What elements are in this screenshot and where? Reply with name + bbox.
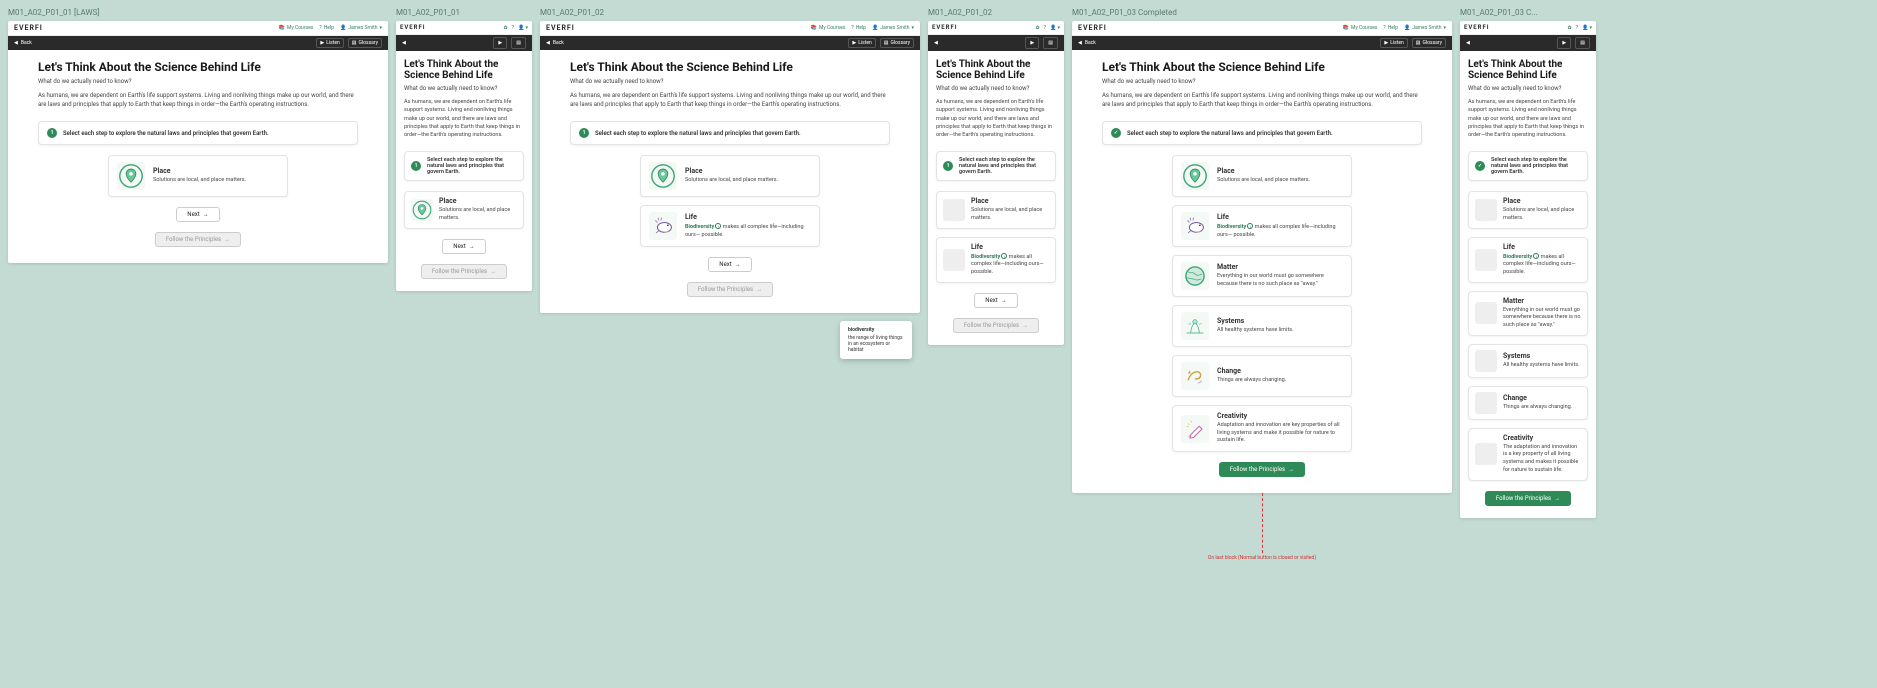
step-badge-complete: [1111, 128, 1121, 138]
card-place[interactable]: PlaceSolutions are local, and place matt…: [936, 191, 1056, 228]
follow-button[interactable]: Follow the Principles →: [1219, 462, 1305, 477]
life-icon: [649, 212, 677, 240]
creativity-icon: [1181, 415, 1209, 443]
top-bar: EVERFI 📚 My Courses ? Help 👤 James Smith…: [8, 21, 388, 36]
glossary-button[interactable]: ▤: [511, 37, 526, 49]
back-button[interactable]: ◀: [402, 40, 406, 46]
card-place[interactable]: PlaceSolutions are local, and place matt…: [404, 191, 524, 228]
follow-button[interactable]: Follow the Principles →: [1485, 491, 1571, 506]
frame-label: M01_A02_P01_01 [LAWS]: [8, 8, 388, 17]
card-place[interactable]: PlaceSolutions are local, and place matt…: [108, 155, 288, 197]
annotation-line: [1262, 493, 1263, 553]
frame-narrow-3: EVERFI✿?👤 ▾ ◀▶▤ Let's Think About the Sc…: [1460, 21, 1596, 518]
back-button[interactable]: ◀ Back: [14, 40, 32, 46]
glossary-tooltip: biodiversity the range of living things …: [840, 321, 912, 359]
intro-text: As humans, we are dependent on Earth's l…: [38, 91, 358, 109]
help-icon[interactable]: ?: [512, 25, 514, 31]
follow-button: Follow the Principles →: [421, 264, 507, 279]
card-matter[interactable]: MatterEverything in our world must go so…: [1468, 291, 1588, 336]
annotation-note: On last block (Normal button is closed o…: [1072, 555, 1452, 561]
card-place[interactable]: PlaceSolutions are local, and place matt…: [640, 155, 820, 197]
card-matter[interactable]: MatterEverything in our world must go so…: [1172, 255, 1352, 297]
card-systems[interactable]: SystemsAll healthy systems have limits.: [1468, 344, 1588, 378]
frame-wide-2: EVERFI📚 My Courses? Help👤 James Smith ▾ …: [540, 21, 920, 313]
card-life[interactable]: LifeBiodiversityi makes all complex life…: [1468, 237, 1588, 283]
next-button[interactable]: Next →: [442, 239, 485, 254]
help-link[interactable]: ? Help: [319, 25, 334, 31]
card-change[interactable]: ChangeThings are always changing.: [1468, 386, 1588, 420]
glossary-button[interactable]: ▤ Glossary: [348, 38, 382, 48]
card-life[interactable]: LifeBiodiversityi makes all complex life…: [936, 237, 1056, 283]
card-systems[interactable]: SystemsAll healthy systems have limits.: [1172, 305, 1352, 347]
next-button[interactable]: Next →: [176, 207, 219, 222]
frame-label: M01_A02_P01_01: [396, 8, 532, 17]
card-creativity[interactable]: CreativityThe adaptation and innovation …: [1468, 428, 1588, 481]
card-place[interactable]: PlaceSolutions are local, and place matt…: [1172, 155, 1352, 197]
frame-narrow-2: EVERFI✿?👤 ▾ ◀▶▤ Let's Think About the Sc…: [928, 21, 1064, 345]
page-title: Let's Think About the Science Behind Lif…: [38, 60, 358, 74]
frame-wide-1: EVERFI 📚 My Courses ? Help 👤 James Smith…: [8, 21, 388, 263]
instruction-card: 1 Select each step to explore the natura…: [38, 121, 358, 145]
matter-icon: [1181, 262, 1209, 290]
next-button[interactable]: Next →: [974, 293, 1017, 308]
change-icon: [1181, 362, 1209, 390]
logo: EVERFI: [14, 24, 43, 32]
card-life[interactable]: LifeBiodiversityi makes all complex life…: [640, 205, 820, 247]
card-creativity[interactable]: CreativityAdaptation and innovation are …: [1172, 405, 1352, 452]
step-badge: 1: [47, 128, 57, 138]
card-life[interactable]: LifeBiodiversityi makes all complex life…: [1172, 205, 1352, 247]
listen-button[interactable]: ▶ Listen: [316, 38, 343, 48]
follow-button: Follow the Principles →: [155, 232, 241, 247]
frame-wide-3: EVERFI📚 My Courses? Help👤 James Smith ▾ …: [1072, 21, 1452, 493]
my-courses-link[interactable]: 📚 My Courses: [279, 25, 314, 31]
user-icon[interactable]: 👤 ▾: [518, 25, 528, 31]
nav-bar: ◀ Back ▶ Listen ▤ Glossary: [8, 36, 388, 50]
card-place[interactable]: PlaceSolutions are local, and place matt…: [1468, 191, 1588, 228]
frame-narrow-1: EVERFI✿?👤 ▾ ◀▶▤ Let's Think About the Sc…: [396, 21, 532, 291]
card-change[interactable]: ChangeThings are always changing.: [1172, 355, 1352, 397]
play-button[interactable]: ▶: [493, 37, 507, 49]
next-button[interactable]: Next →: [708, 257, 751, 272]
page-subtitle: What do we actually need to know?: [38, 78, 358, 85]
systems-icon: [1181, 312, 1209, 340]
place-icon: [117, 162, 145, 190]
user-menu[interactable]: 👤 James Smith ▾: [340, 25, 382, 31]
settings-icon[interactable]: ✿: [503, 25, 507, 31]
